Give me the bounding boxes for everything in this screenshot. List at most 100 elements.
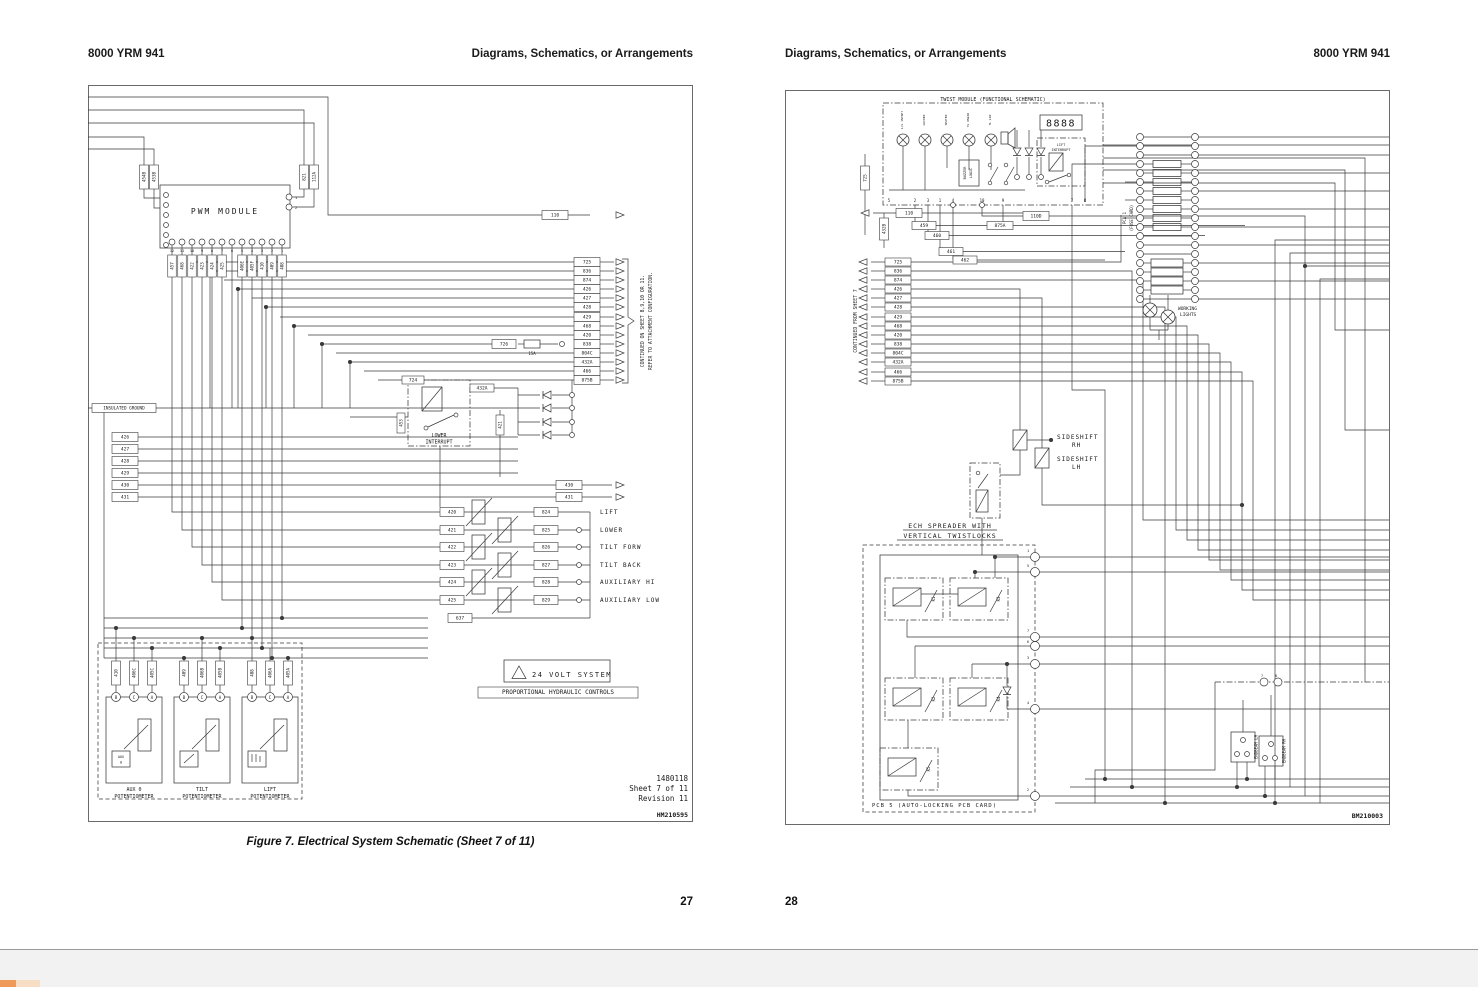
svg-text:VERTICAL TWISTLOCKS: VERTICAL TWISTLOCKS (903, 532, 996, 540)
svg-text:ECH SPREADER WITH: ECH SPREADER WITH (908, 522, 992, 530)
svg-text:CONTINUED ON SHEET 8,9,10 OR 1: CONTINUED ON SHEET 8,9,10 OR 11. (640, 275, 646, 367)
svg-text:TILT FORW: TILT FORW (600, 544, 642, 551)
svg-text:421: 421 (448, 528, 457, 534)
svg-text:5: 5 (241, 249, 243, 253)
svg-text:LIGHTS: LIGHTS (1180, 312, 1197, 318)
svg-text:836: 836 (583, 269, 592, 275)
svg-text:10: 10 (980, 198, 985, 203)
svg-text:836: 836 (894, 269, 903, 275)
svg-text:430: 430 (565, 483, 574, 489)
svg-text:7: 7 (1027, 629, 1029, 633)
svg-text:420: 420 (583, 333, 592, 339)
svg-text:460: 460 (933, 233, 942, 239)
svg-text:WORKING: WORKING (1178, 306, 1197, 312)
svg-text:TWIST MODULE (FUNCTIONAL SCHEM: TWIST MODULE (FUNCTIONAL SCHEMATIC) (940, 97, 1045, 103)
svg-text:424: 424 (210, 262, 215, 270)
svg-text:7: 7 (1071, 198, 1074, 203)
svg-text:408: 408 (250, 669, 255, 677)
svg-text:821: 821 (302, 173, 307, 181)
svg-text:K3: K3 (996, 596, 1001, 601)
svg-text:409: 409 (270, 262, 275, 270)
svg-text:726: 726 (500, 342, 509, 348)
svg-text:1: 1 (295, 196, 297, 200)
svg-text:829: 829 (542, 598, 551, 604)
svg-text:7: 7 (221, 249, 223, 253)
svg-text:426: 426 (583, 287, 592, 293)
svg-text:5: 5 (1027, 564, 1029, 568)
svg-text:428: 428 (894, 305, 903, 311)
svg-text:POTENTIOMETER: POTENTIOMETER (114, 794, 154, 800)
svg-text:LH: LH (1072, 464, 1081, 471)
left-page-header: 8000 YRM 941 Diagrams, Schematics, or Ar… (88, 48, 693, 60)
svg-text:423: 423 (200, 262, 205, 270)
svg-text:429: 429 (583, 315, 592, 321)
svg-text:422: 422 (190, 262, 195, 270)
svg-text:405F: 405F (250, 260, 255, 271)
svg-text:RH: RH (1072, 442, 1081, 449)
svg-text:POTENTIOMETER: POTENTIOMETER (182, 794, 222, 800)
svg-text:828: 828 (542, 580, 551, 586)
svg-text:427: 427 (894, 296, 903, 302)
svg-text:POTENTIOMETER: POTENTIOMETER (250, 794, 290, 800)
svg-text:SIDESHIFT: SIDESHIFT (1057, 434, 1099, 441)
svg-text:426: 426 (121, 435, 130, 441)
svg-text:SEATED: SEATED (944, 114, 948, 125)
svg-text:1: 1 (1027, 549, 1029, 553)
svg-text:PROPORTIONAL HYDRAULIC CONTROL: PROPORTIONAL HYDRAULIC CONTROLS (502, 689, 614, 696)
svg-text:10: 10 (190, 249, 194, 253)
svg-text:110D: 110D (1030, 214, 1041, 220)
svg-text:BM210003: BM210003 (1352, 812, 1383, 820)
svg-text:724: 724 (409, 378, 418, 384)
svg-text:ENDBEAM LH: ENDBEAM LH (1254, 734, 1259, 759)
svg-text:804C: 804C (892, 351, 903, 357)
page-number-27: 27 (680, 896, 693, 908)
taskbar-fragment-icon (16, 980, 40, 987)
svg-text:AUX 0: AUX 0 (126, 787, 141, 793)
svg-text:8: 8 (1275, 674, 1277, 678)
svg-text:8: 8 (1084, 198, 1087, 203)
svg-text:430: 430 (121, 483, 130, 489)
svg-text:8: 8 (211, 249, 213, 253)
svg-text:427: 427 (121, 447, 130, 453)
svg-text:PCB 1: PCB 1 (1122, 211, 1127, 224)
svg-text:429: 429 (894, 315, 903, 321)
svg-text:LOWER: LOWER (431, 433, 447, 439)
doc-number-left: 8000 YRM 941 (88, 48, 165, 60)
svg-text:725: 725 (863, 174, 868, 182)
svg-text:409: 409 (182, 669, 187, 677)
svg-text:453B: 453B (152, 171, 157, 182)
svg-text:408: 408 (280, 262, 285, 270)
svg-text:453: 453 (399, 419, 404, 427)
svg-text:LOGIC: LOGIC (969, 168, 973, 179)
svg-text:1: 1 (281, 249, 283, 253)
svg-text:110: 110 (551, 213, 560, 219)
svg-text:Revision 11: Revision 11 (638, 794, 688, 803)
svg-text:110: 110 (905, 211, 914, 217)
svg-text:637: 637 (456, 616, 465, 622)
svg-text:6: 6 (1027, 640, 1029, 644)
svg-text:432A: 432A (892, 360, 903, 366)
svg-text:466: 466 (583, 369, 592, 375)
svg-text:INSULATED GROUND: INSULATED GROUND (103, 406, 145, 412)
svg-text:HM210595: HM210595 (657, 811, 688, 819)
svg-text:838: 838 (894, 342, 903, 348)
svg-text:INTERRUPT: INTERRUPT (1052, 148, 1072, 152)
svg-text:825: 825 (542, 528, 551, 534)
svg-text:Sheet 7 of 11: Sheet 7 of 11 (629, 784, 688, 793)
svg-text:838: 838 (583, 342, 592, 348)
svg-text:AUXILIARY HI: AUXILIARY HI (600, 579, 655, 586)
svg-text:PWM MODULE: PWM MODULE (191, 207, 259, 216)
svg-text:432A: 432A (476, 386, 487, 392)
svg-text:SIDESHIFT: SIDESHIFT (1057, 456, 1099, 463)
svg-text:725: 725 (894, 260, 903, 266)
svg-text:824: 824 (542, 510, 551, 516)
svg-text:428: 428 (583, 305, 592, 311)
svg-text:405C: 405C (150, 667, 155, 678)
svg-text:725: 725 (583, 260, 592, 266)
svg-text:K1: K1 (931, 596, 936, 601)
svg-text:457: 457 (170, 262, 175, 270)
svg-text:TL UNLKD: TL UNLKD (966, 113, 970, 128)
svg-text:468: 468 (180, 262, 185, 270)
section-title-right: Diagrams, Schematics, or Arrangements (785, 48, 1007, 60)
svg-text:2: 2 (295, 206, 297, 210)
